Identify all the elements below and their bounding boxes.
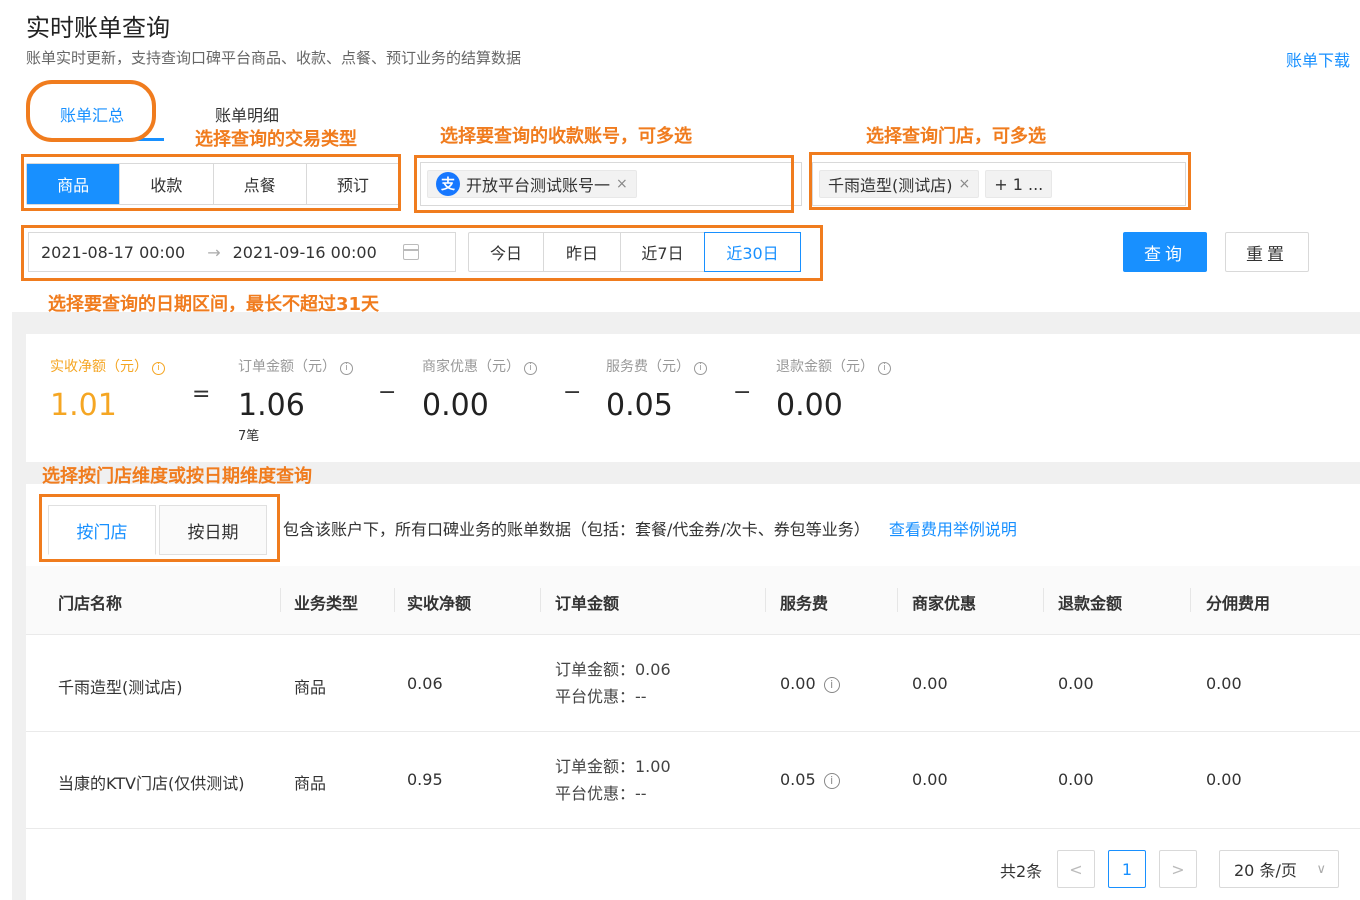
- stat-service-value: 0.05: [606, 388, 673, 423]
- dimension-description: 包含该账户下，所有口碑业务的账单数据（包括：套餐/代金券/次卡、券包等业务） 查…: [283, 516, 1017, 540]
- cell-merchant-discount: 0.00: [912, 674, 948, 693]
- minus-operator: −: [563, 380, 582, 405]
- cell-business-type: 商品: [294, 774, 327, 793]
- next-page-button[interactable]: >: [1159, 850, 1197, 888]
- cell-platform-line: 平台优惠：--: [555, 687, 647, 706]
- column-commission: 分佣费用: [1206, 594, 1271, 613]
- column-store-name: 门店名称: [58, 594, 123, 613]
- quick-date-30days[interactable]: 近30日: [704, 232, 801, 272]
- prev-page-button[interactable]: <: [1057, 850, 1095, 888]
- column-business-type: 业务类型: [294, 594, 359, 613]
- stat-refund-label: 退款金额（元）: [776, 359, 874, 375]
- page-1-button[interactable]: 1: [1108, 850, 1146, 888]
- column-divider: [897, 588, 898, 612]
- table-row[interactable]: [26, 635, 1360, 731]
- cell-business-type: 商品: [294, 678, 327, 697]
- cell-merchant-discount: 0.00: [912, 770, 948, 789]
- info-icon[interactable]: i: [524, 362, 537, 375]
- cell-platform-line: 平台优惠：--: [555, 784, 647, 803]
- minus-operator: −: [733, 380, 752, 405]
- info-icon[interactable]: i: [878, 362, 891, 375]
- column-merchant-discount: 商家优惠: [912, 594, 977, 613]
- query-button[interactable]: 查询: [1123, 232, 1207, 272]
- row-divider: [26, 828, 1360, 829]
- cell-service-value: 0.05: [780, 770, 816, 789]
- stat-merchant-discount: 商家优惠（元） i 0.00: [422, 356, 537, 423]
- info-icon[interactable]: i: [823, 773, 840, 789]
- stat-net: 实收净额（元） i 1.01: [50, 356, 165, 423]
- cell-store-name: 当康的KTV门店(仅供测试): [58, 774, 245, 793]
- equals-operator: =: [192, 382, 211, 407]
- stat-order-count: 7笔: [238, 429, 260, 444]
- annotation-box-store: [809, 152, 1191, 210]
- cell-order-amount: 订单金额：0.06 平台优惠：--: [555, 656, 671, 710]
- cell-commission: 0.00: [1206, 674, 1242, 693]
- cell-commission: 0.00: [1206, 770, 1242, 789]
- column-divider: [765, 588, 766, 612]
- cell-refund: 0.00: [1058, 674, 1094, 693]
- cell-order-line: 订单金额：1.00: [555, 757, 671, 776]
- cell-store-name: 千雨造型(测试店): [58, 678, 183, 697]
- annotation-box-date: [21, 225, 823, 281]
- stat-merchant-value: 0.00: [422, 388, 489, 423]
- stat-service-label: 服务费（元）: [606, 359, 690, 375]
- stat-service-fee: 服务费（元） i 0.05: [606, 356, 707, 423]
- stat-refund-value: 0.00: [776, 388, 843, 423]
- download-link[interactable]: 账单下载: [1286, 47, 1350, 71]
- tab-detail[interactable]: 账单明细: [215, 102, 279, 126]
- annotation-box-dimension: [39, 494, 280, 562]
- cell-net-amount: 0.95: [407, 770, 443, 789]
- annotation-store: 选择查询门店，可多选: [866, 126, 1046, 147]
- cell-order-amount: 订单金额：1.00 平台优惠：--: [555, 753, 671, 807]
- column-service-fee: 服务费: [780, 594, 829, 613]
- chevron-down-icon: ∨: [1316, 861, 1326, 877]
- info-icon[interactable]: i: [694, 362, 707, 375]
- cell-order-line: 订单金额：0.06: [555, 660, 671, 679]
- info-icon[interactable]: i: [152, 362, 165, 375]
- cell-service-fee: 0.00 i: [780, 674, 840, 693]
- cell-refund: 0.00: [1058, 770, 1094, 789]
- stat-order-value: 1.06: [238, 388, 305, 423]
- stat-net-label: 实收净额（元）: [50, 359, 148, 375]
- fee-example-link[interactable]: 查看费用举例说明: [889, 520, 1017, 539]
- column-net-amount: 实收净额: [407, 594, 472, 613]
- column-refund: 退款金额: [1058, 594, 1123, 613]
- minus-operator: −: [378, 380, 397, 405]
- annotation-account: 选择要查询的收款账号，可多选: [440, 126, 692, 147]
- column-divider: [540, 588, 541, 612]
- annotation-circle-summary: [26, 80, 156, 142]
- stat-net-value: 1.01: [50, 388, 117, 423]
- cell-service-fee: 0.05 i: [780, 770, 840, 789]
- info-icon[interactable]: i: [340, 362, 353, 375]
- page-size-select[interactable]: 20 条/页 ∨: [1219, 850, 1339, 888]
- column-order-amount: 订单金额: [555, 594, 620, 613]
- stat-order: 订单金额（元） i 1.06 7笔: [238, 356, 353, 444]
- page-title: 实时账单查询: [26, 14, 170, 42]
- column-divider: [394, 588, 395, 612]
- page-size-label: 20 条/页: [1234, 861, 1297, 880]
- table-header: [26, 566, 1360, 634]
- annotation-trade-type: 选择查询的交易类型: [195, 129, 357, 150]
- column-divider: [280, 588, 281, 612]
- cell-net-amount: 0.06: [407, 674, 443, 693]
- column-divider: [1043, 588, 1044, 612]
- stat-order-label: 订单金额（元）: [238, 359, 336, 375]
- column-divider: [1190, 588, 1191, 612]
- stat-refund: 退款金额（元） i 0.00: [776, 356, 891, 423]
- page-subtitle: 账单实时更新，支持查询口碑平台商品、收款、点餐、预订业务的结算数据: [26, 49, 522, 67]
- pagination-total: 共2条: [1000, 862, 1043, 881]
- annotation-box-trade-type: [21, 154, 401, 211]
- cell-service-value: 0.00: [780, 674, 816, 693]
- stat-merchant-label: 商家优惠（元）: [422, 359, 520, 375]
- annotation-box-account: [414, 155, 794, 213]
- info-icon[interactable]: i: [823, 677, 840, 693]
- dimension-description-text: 包含该账户下，所有口碑业务的账单数据（包括：套餐/代金券/次卡、券包等业务）: [283, 520, 870, 539]
- reset-button[interactable]: 重置: [1225, 232, 1309, 272]
